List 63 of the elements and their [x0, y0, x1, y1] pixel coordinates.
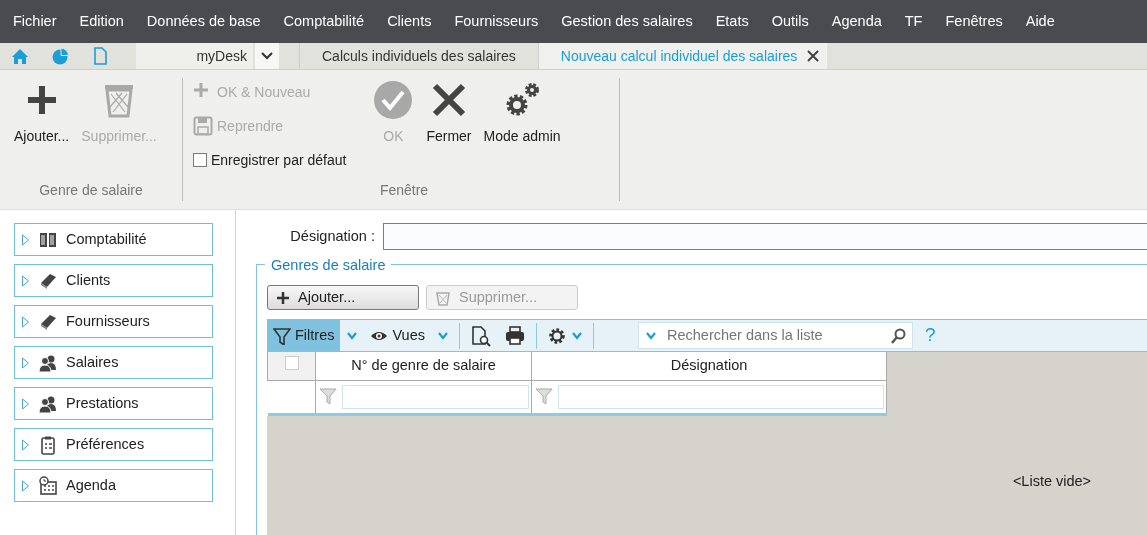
printer-icon [504, 324, 526, 347]
floppy-icon [193, 116, 213, 136]
menu-item[interactable]: Comptabilité [274, 10, 379, 33]
filter-icon [318, 386, 340, 407]
filter-field[interactable] [342, 384, 529, 409]
home-icon [10, 46, 30, 66]
settings-icon [547, 325, 567, 346]
dropdown-button[interactable] [255, 43, 279, 69]
menu-item[interactable]: Aide [1016, 10, 1069, 33]
document-search-icon [470, 324, 492, 347]
menu-item[interactable]: Données de base [137, 10, 275, 33]
sidebar-item[interactable]: Préférences [14, 428, 213, 461]
trash-icon [435, 289, 451, 306]
toolbar-button[interactable]: Filtres [267, 320, 341, 351]
sidebar-item[interactable]: Prestations [14, 387, 213, 420]
plus-icon [276, 290, 290, 305]
empty-list-text: <Liste vide> [1011, 472, 1093, 492]
menu-item[interactable]: Agenda [822, 10, 896, 33]
sidebar-item[interactable]: Salaires [14, 346, 213, 379]
checkbox-label[interactable]: Enregistrer par défaut [211, 149, 347, 171]
chevron-down-icon [571, 330, 583, 341]
field-label: Désignation : [289, 226, 376, 246]
checkbox[interactable] [284, 355, 299, 370]
action-button[interactable]: Ajouter... [267, 285, 419, 310]
menu-item[interactable]: Gestion des salaires [552, 10, 707, 33]
close-icon [807, 50, 820, 62]
calendar-icon [38, 475, 58, 496]
menu-item[interactable]: TF [895, 10, 937, 33]
column-header[interactable]: Désignation [531, 352, 887, 380]
desk-label: myDesk [136, 43, 253, 69]
search-box[interactable]: Rechercher dans la liste [638, 322, 913, 349]
menu-item[interactable]: Fenêtres [936, 10, 1017, 33]
chevron-down-icon [346, 330, 359, 341]
clipboard-icon [38, 434, 58, 455]
group-title: Genre de salaire [38, 181, 144, 200]
column-header[interactable]: N° de genre de salaire [315, 352, 532, 380]
toolbar-button[interactable]: Vues [364, 320, 431, 351]
filter-icon [534, 386, 556, 407]
filter-icon [273, 326, 291, 345]
pie-chart-icon [50, 46, 70, 66]
sidebar-item[interactable]: Clients [14, 264, 213, 297]
check-circle-icon [373, 80, 414, 120]
menu-item[interactable]: Edition [70, 10, 138, 33]
designation-field[interactable] [383, 223, 1147, 250]
checkbox[interactable] [193, 153, 207, 167]
ribbon-button[interactable]: Ajouter... [8, 78, 76, 149]
chevron-down-icon [437, 330, 449, 341]
menu-item[interactable]: Etats [706, 10, 763, 33]
sidebar-item[interactable]: Fournisseurs [14, 305, 213, 338]
menu-item[interactable]: Fichier [4, 10, 71, 33]
chevron-down-icon [260, 51, 274, 61]
menu-item[interactable]: Clients [378, 10, 446, 33]
group-title: Fenêtre [378, 181, 430, 200]
chevron-down-icon [645, 330, 657, 341]
sidebar-item[interactable]: Comptabilité [14, 223, 213, 256]
menu-item[interactable]: Fournisseurs [445, 10, 553, 33]
sidebar-item[interactable]: Agenda [14, 469, 213, 502]
search-icon [890, 327, 906, 344]
ribbon-button[interactable]: Mode admin [477, 78, 567, 149]
ribbon-button[interactable]: Fermer [420, 78, 478, 149]
menu-item[interactable]: Outils [762, 10, 823, 33]
close-button[interactable] [807, 50, 820, 62]
filter-field[interactable] [558, 384, 884, 409]
